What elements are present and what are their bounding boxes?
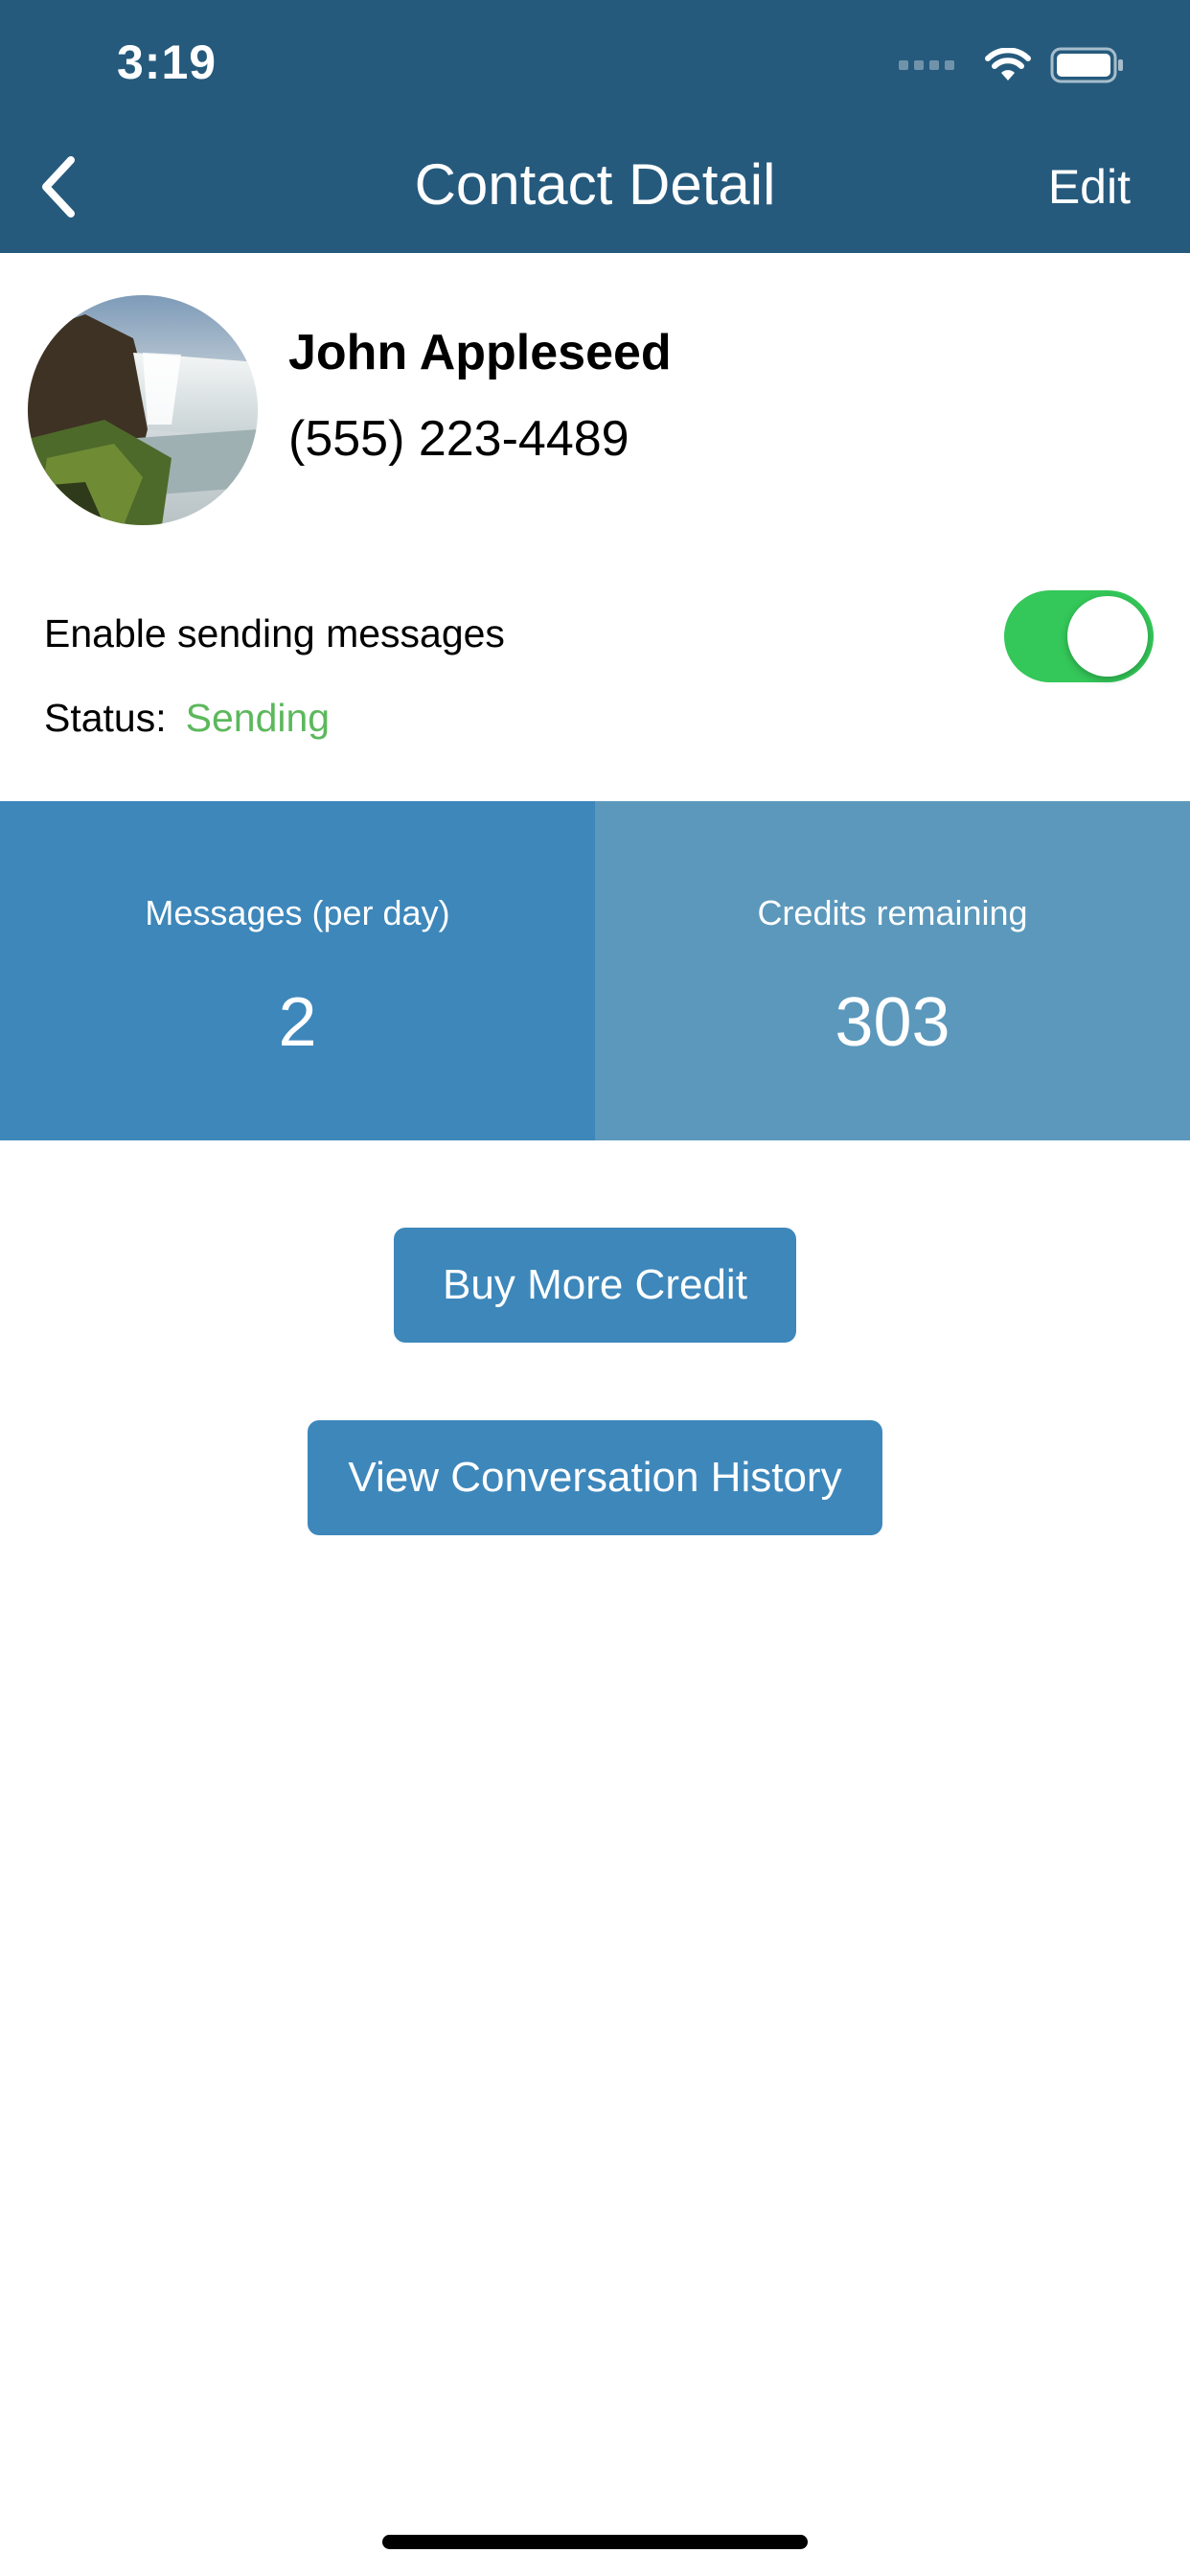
status-value: Sending	[185, 696, 331, 740]
contact-name: John Appleseed	[288, 325, 672, 380]
status-label: Status:	[44, 696, 167, 740]
messages-per-day-tile: Messages (per day) 2	[0, 801, 595, 1140]
toggle-knob	[1067, 596, 1148, 677]
edit-button[interactable]: Edit	[1048, 159, 1131, 215]
enable-messages-label: Enable sending messages	[44, 611, 505, 656]
stat-label: Credits remaining	[757, 893, 1028, 932]
stat-value: 303	[835, 984, 950, 1061]
page-title: Contact Detail	[414, 152, 776, 217]
contact-detail-screen: 3:19 Contact Detail Edit John Appleseed …	[0, 0, 1190, 2576]
credits-remaining-tile: Credits remaining 303	[595, 801, 1190, 1140]
navigation-header: 3:19 Contact Detail Edit	[0, 0, 1190, 253]
status-icons	[899, 42, 1125, 88]
contact-phone: (555) 223-4489	[288, 411, 629, 467]
home-indicator[interactable]	[382, 2535, 808, 2549]
stat-label: Messages (per day)	[145, 893, 450, 932]
wifi-icon	[985, 48, 1031, 80]
buy-more-credit-button[interactable]: Buy More Credit	[394, 1228, 796, 1343]
stat-value: 2	[278, 984, 317, 1061]
cellular-signal-icon	[899, 60, 954, 70]
status-row: Status: Sending	[44, 696, 330, 741]
view-conversation-history-button[interactable]: View Conversation History	[308, 1420, 882, 1535]
status-time: 3:19	[117, 35, 217, 89]
battery-icon	[1050, 47, 1123, 83]
enable-messages-toggle[interactable]	[1004, 590, 1154, 682]
avatar	[28, 295, 258, 525]
waterfall-photo	[28, 295, 258, 525]
